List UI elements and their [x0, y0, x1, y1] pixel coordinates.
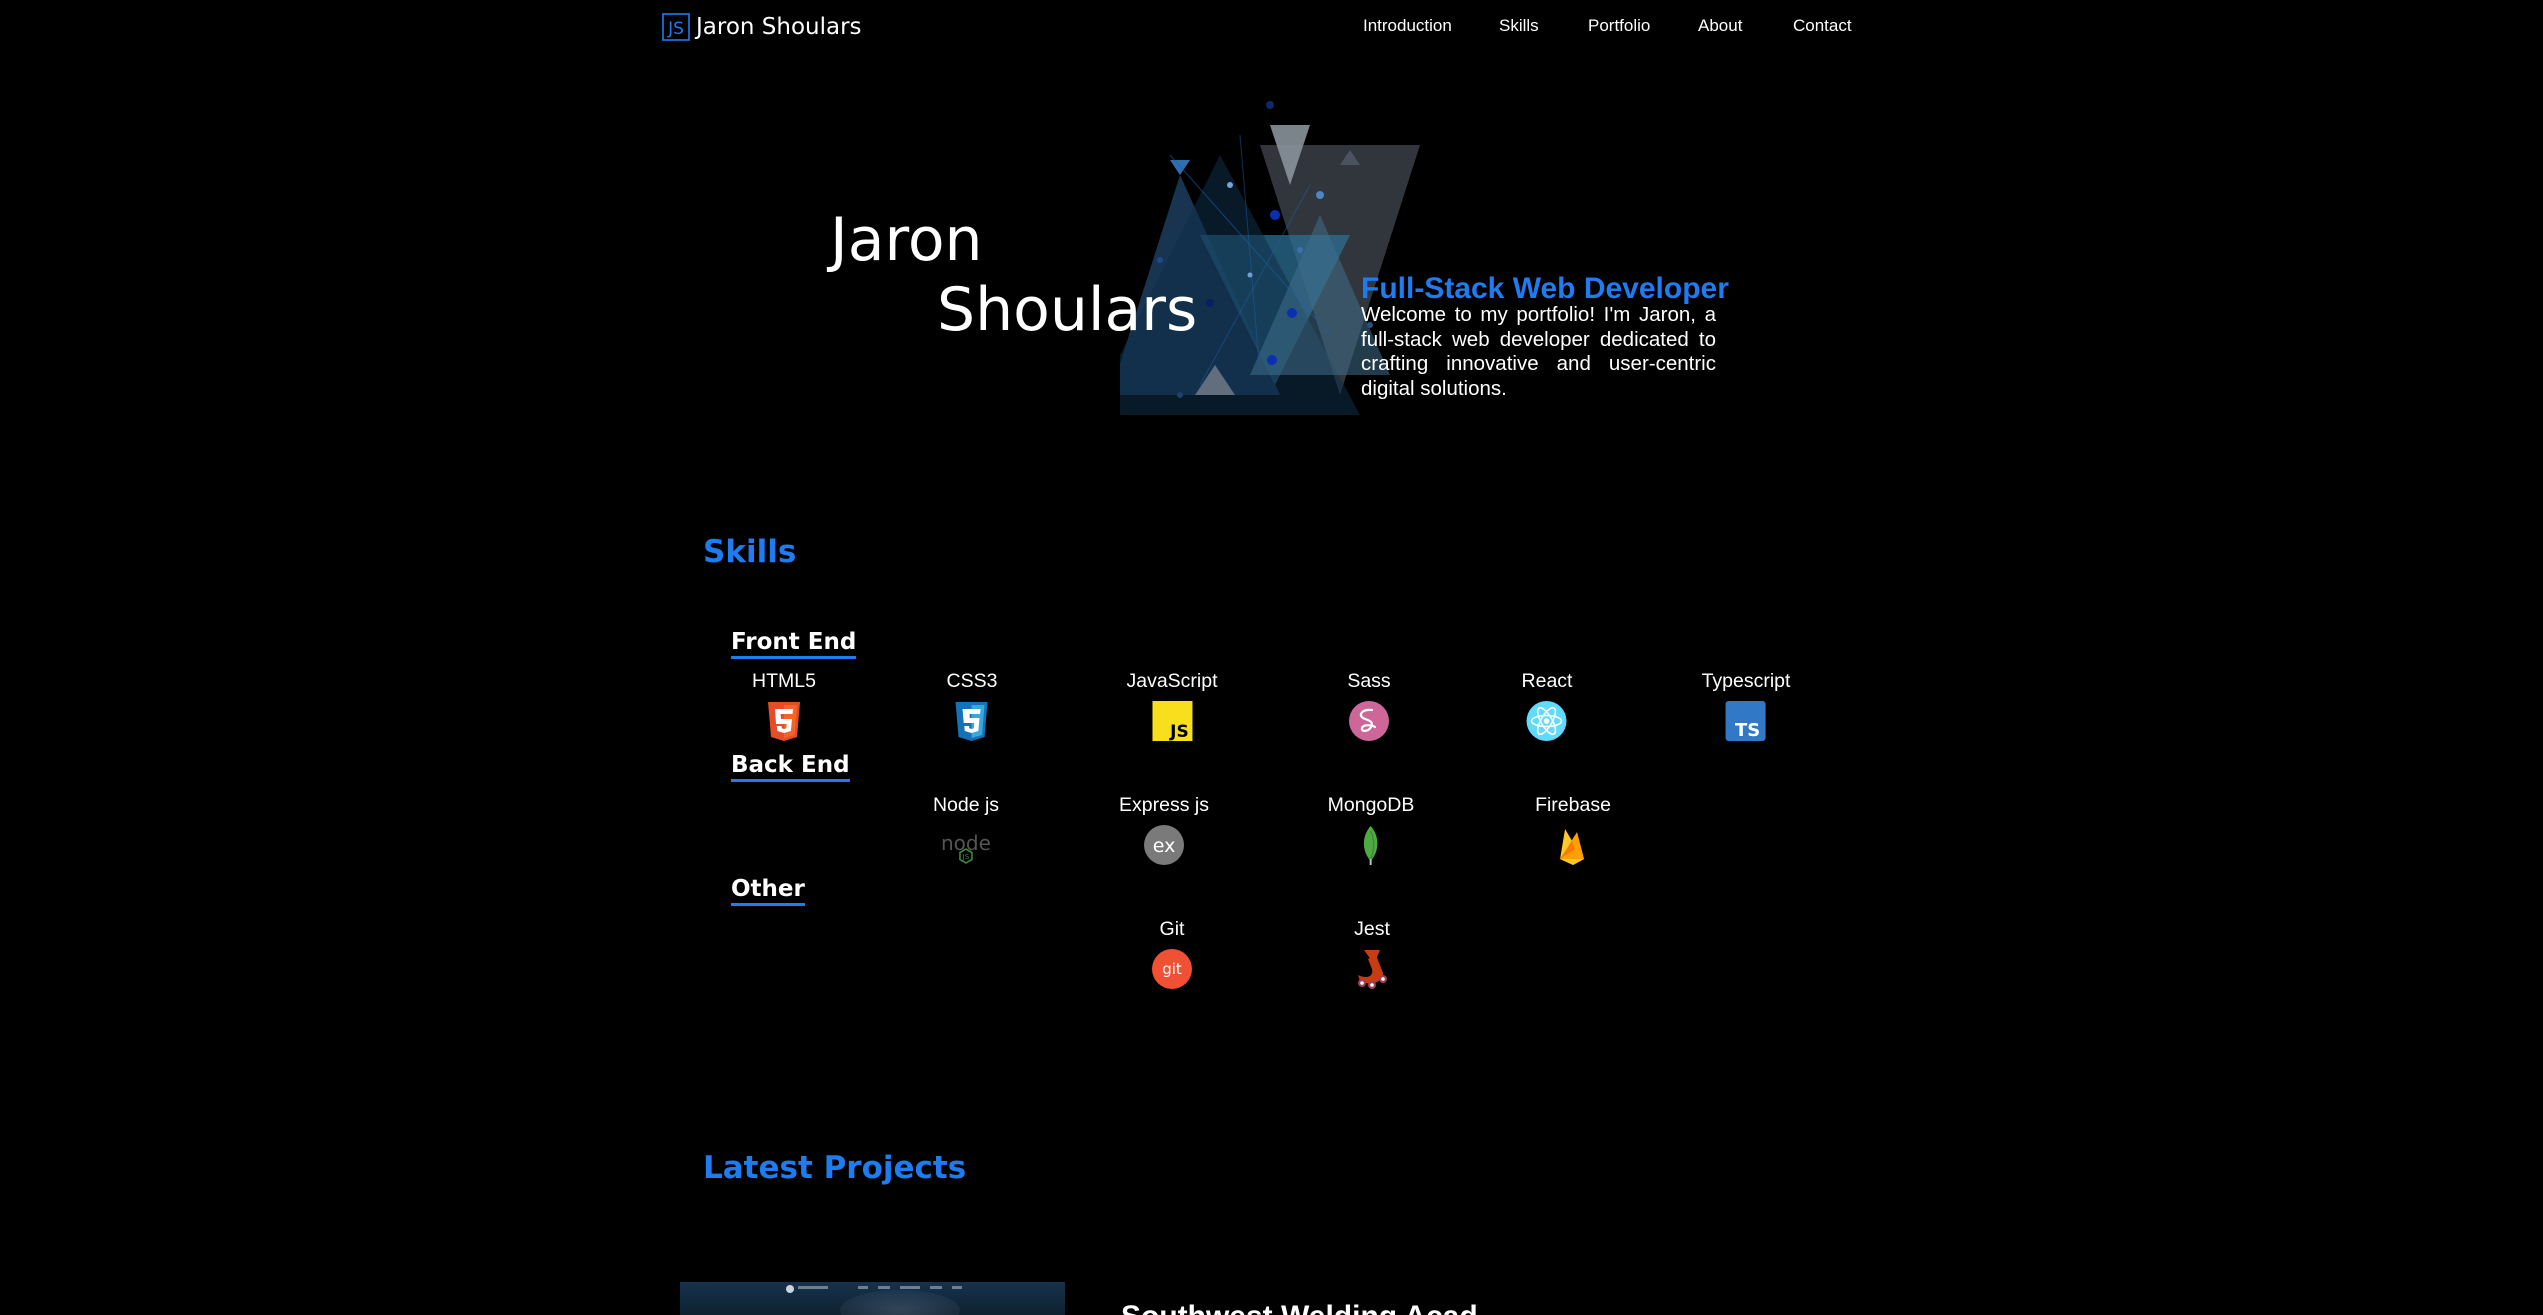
hero-last-name: Shoulars — [937, 275, 1198, 345]
sass-icon — [1349, 701, 1389, 741]
skill-express: Express js ex — [1119, 793, 1209, 867]
brand-name: Jaron Shoulars — [696, 14, 862, 40]
hero-role-title: Full-Stack Web Developer — [1361, 272, 1729, 305]
nav-link-introduction[interactable]: Introduction — [1363, 16, 1452, 36]
skill-label: HTML5 — [752, 670, 816, 692]
skill-label: Firebase — [1535, 794, 1611, 816]
react-icon — [1526, 701, 1567, 741]
skill-label: Node js — [932, 794, 1000, 816]
thumbnail-nav-line — [798, 1286, 828, 1289]
svg-text:JS: JS — [1169, 722, 1189, 742]
nav-link-skills[interactable]: Skills — [1499, 16, 1539, 36]
skill-label: MongoDB — [1327, 794, 1415, 816]
thumbnail-glow — [840, 1290, 960, 1315]
thumbnail-nav-line — [952, 1286, 962, 1289]
brand-home-link[interactable]: JS Jaron Shoulars — [662, 11, 862, 43]
typescript-icon: TS — [1726, 701, 1766, 741]
git-icon: git — [1152, 949, 1192, 989]
project-title[interactable]: Southwest Welding Acad — [1121, 1300, 1478, 1315]
skill-typescript: Typescript TS — [1701, 669, 1791, 743]
skill-label: Typescript — [1701, 670, 1791, 692]
thumbnail-nav-line — [930, 1286, 942, 1289]
svg-text:ex: ex — [1153, 835, 1176, 857]
svg-text:JS: JS — [962, 853, 970, 861]
mongodb-icon — [1364, 826, 1378, 865]
project-thumbnail[interactable] — [680, 1282, 1065, 1315]
skill-sass: Sass — [1347, 669, 1391, 743]
css3-icon — [955, 702, 988, 741]
svg-text:git: git — [1162, 960, 1182, 978]
thumbnail-nav-line — [858, 1286, 868, 1289]
hero-intro-text: Welcome to my portfolio! I'm Jaron, a fu… — [1361, 303, 1716, 400]
category-title-back-end: Back End — [731, 752, 850, 782]
skill-label: Git — [1159, 918, 1185, 940]
skill-label: JavaScript — [1126, 670, 1218, 692]
firebase-icon — [1560, 829, 1584, 865]
nav-link-contact[interactable]: Contact — [1793, 16, 1852, 36]
hero-first-name: Jaron — [830, 205, 983, 275]
nodejs-icon: node JS — [941, 831, 991, 864]
svg-text:TS: TS — [1735, 720, 1760, 741]
skill-html5: HTML5 — [752, 669, 816, 743]
skill-label: Express js — [1119, 794, 1209, 816]
skill-label: Jest — [1354, 918, 1390, 940]
projects-section-title: Latest Projects — [703, 1150, 967, 1186]
javascript-icon: JS — [1151, 701, 1192, 742]
skill-jest: Jest — [1350, 917, 1394, 991]
skill-git: Git git — [1150, 917, 1194, 991]
navbar: JS Jaron Shoulars Introduction Skills Po… — [0, 0, 2543, 52]
jest-icon — [1358, 950, 1387, 989]
portfolio-page: JS Jaron Shoulars Introduction Skills Po… — [0, 0, 2543, 1315]
html5-icon — [768, 702, 800, 741]
svg-text:node: node — [941, 831, 991, 855]
nav-link-portfolio[interactable]: Portfolio — [1588, 16, 1650, 36]
skill-javascript: JavaScript JS — [1126, 669, 1217, 743]
nav-link-about[interactable]: About — [1698, 16, 1742, 36]
skill-firebase: Firebase — [1535, 793, 1611, 867]
category-title-front-end: Front End — [731, 629, 857, 659]
thumbnail-logo-icon — [786, 1285, 794, 1293]
skill-label: CSS3 — [946, 670, 998, 692]
skill-mongodb: MongoDB — [1327, 793, 1415, 867]
express-icon: ex — [1143, 825, 1184, 865]
category-title-other: Other — [731, 876, 805, 906]
skill-label: Sass — [1347, 670, 1391, 692]
js-logo-icon: JS — [662, 13, 690, 41]
logo-text: JS — [667, 19, 684, 39]
skill-react: React — [1521, 669, 1573, 743]
thumbnail-nav-line — [900, 1286, 920, 1289]
skills-section-title: Skills — [703, 534, 797, 570]
skill-css3: CSS3 — [946, 669, 998, 743]
thumbnail-nav-line — [878, 1286, 890, 1289]
skill-label: React — [1521, 670, 1573, 692]
skill-nodejs: Node js node JS — [933, 793, 999, 867]
